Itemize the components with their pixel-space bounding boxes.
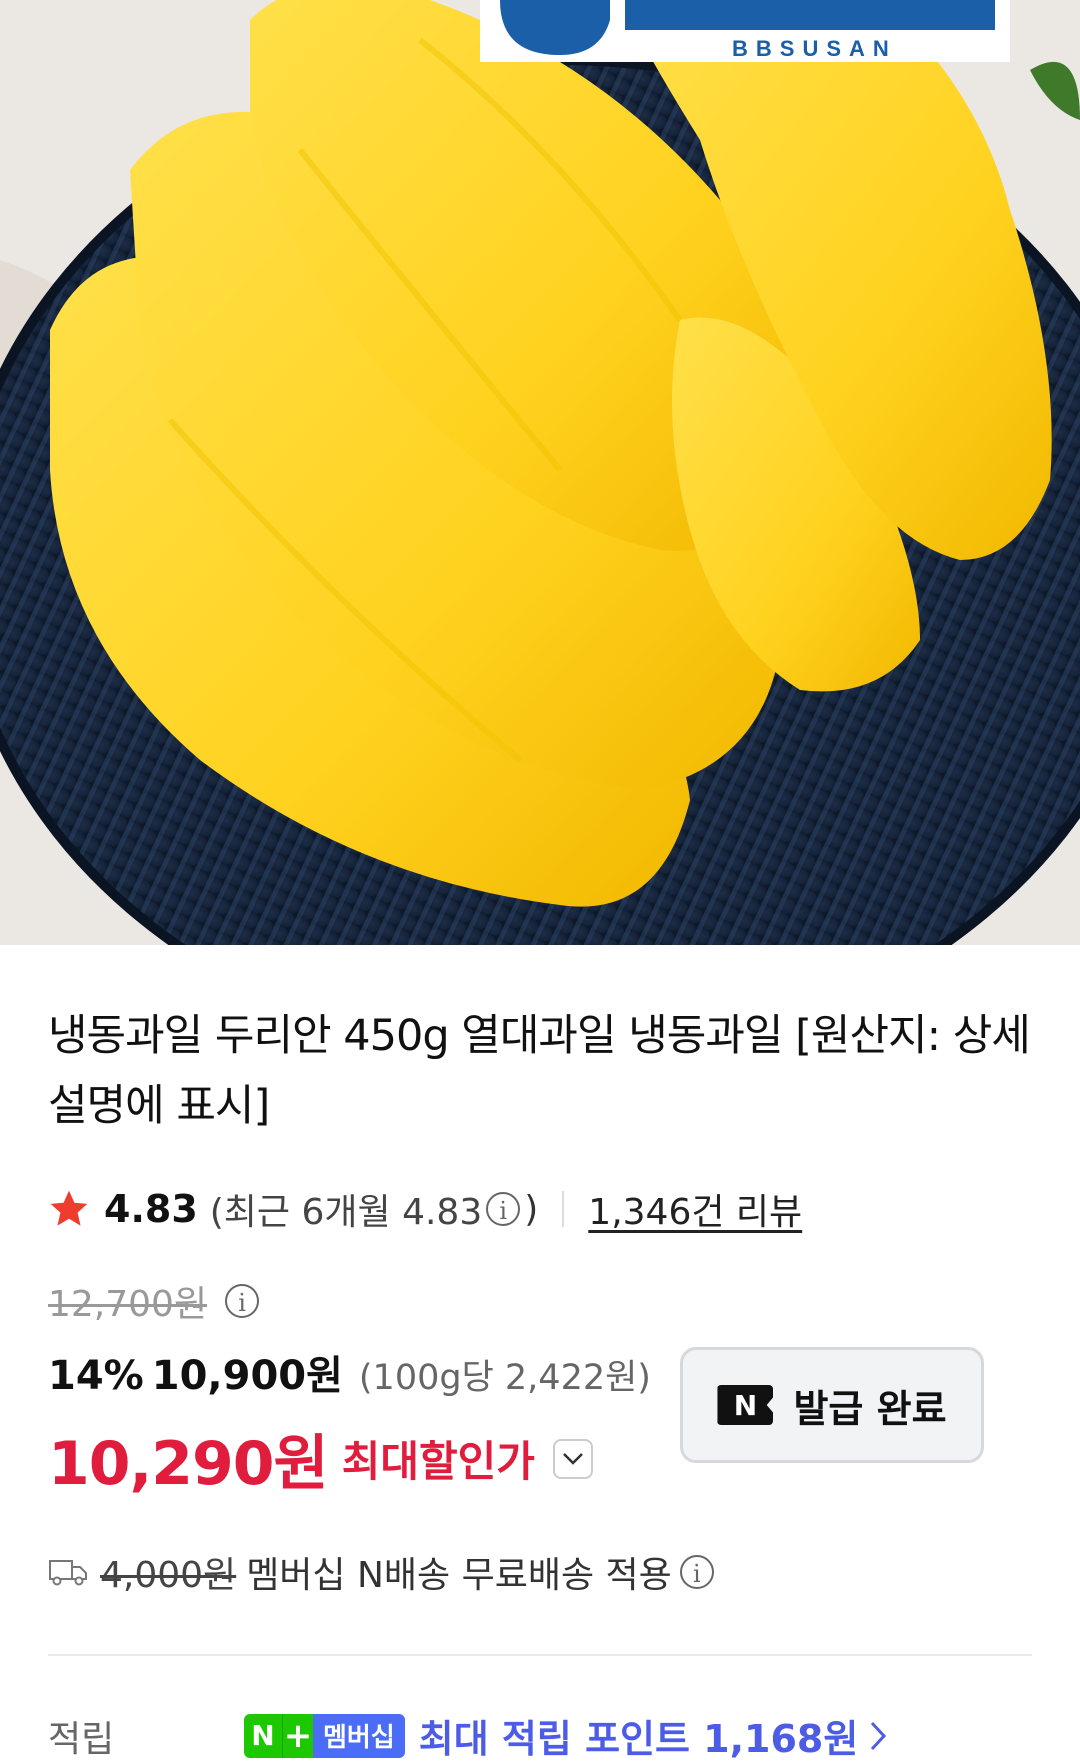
review-count-link[interactable]: 1,346건 리뷰 bbox=[588, 1183, 802, 1235]
coupon-label: 발급 완료 bbox=[793, 1386, 947, 1431]
star-icon bbox=[50, 1190, 88, 1226]
rating-score: 4.83 bbox=[104, 1187, 198, 1231]
original-price: 12,700원 bbox=[48, 1284, 208, 1325]
plus-icon: + bbox=[282, 1713, 313, 1758]
chevron-right-icon[interactable] bbox=[868, 1719, 888, 1753]
discounted-price: 10,900원 bbox=[151, 1353, 343, 1399]
rating-row: 4.83 (최근 6개월 4.83 i ) 1,346건 리뷰 bbox=[48, 1183, 1032, 1235]
recent-rating: (최근 6개월 4.83 bbox=[209, 1192, 483, 1233]
section-divider bbox=[48, 1654, 1032, 1656]
unit-price: (100g당 2,422원) bbox=[358, 1358, 651, 1398]
max-discount-label: 최대할인가 bbox=[341, 1437, 535, 1486]
coupon-issued-button[interactable]: N 발급 완료 bbox=[680, 1347, 984, 1463]
delivery-text: 멤버십 N배송 무료배송 적용 bbox=[246, 1555, 672, 1596]
info-icon[interactable]: i bbox=[679, 1555, 714, 1589]
original-price-row: 12,700원 i bbox=[48, 1275, 1032, 1327]
recent-rating-close: ) bbox=[524, 1188, 539, 1230]
product-title: 냉동과일 두리안 450g 열대과일 냉동과일 [원산지: 상세설명에 표시] bbox=[48, 1011, 1031, 1131]
points-label: 적립 bbox=[48, 1718, 115, 1760]
price-block: 12,700원 i 14% 10,900원 (100g당 2,422원) 10,… bbox=[48, 1275, 1032, 1502]
truck-icon bbox=[49, 1560, 87, 1586]
chevron-down-icon[interactable] bbox=[552, 1438, 593, 1479]
delivery-row: 4,000원 멤버십 N배송 무료배송 적용 i bbox=[48, 1546, 1032, 1598]
max-points-text: 최대 적립 포인트 1,168원 bbox=[418, 1717, 859, 1761]
info-icon[interactable]: i bbox=[225, 1284, 260, 1318]
nplus-membership-badge: N + 멤버십 bbox=[244, 1713, 405, 1758]
max-discount-price: 10,290원 bbox=[48, 1429, 329, 1499]
membership-label: 멤버십 bbox=[313, 1713, 405, 1758]
old-delivery-fee: 4,000원 bbox=[100, 1555, 237, 1596]
naver-n-icon: N bbox=[244, 1713, 282, 1758]
product-info: 냉동과일 두리안 450g 열대과일 냉동과일 [원산지: 상세설명에 표시] … bbox=[0, 945, 1080, 1763]
naver-n-icon: N bbox=[717, 1385, 774, 1425]
brand-logo: BBSUSAN bbox=[732, 36, 897, 61]
product-image[interactable]: BBSUSAN bbox=[0, 0, 1080, 945]
info-icon[interactable]: i bbox=[486, 1192, 521, 1226]
durian-photo: BBSUSAN bbox=[0, 0, 1080, 945]
divider bbox=[562, 1191, 565, 1227]
points-row[interactable]: 적립 N + 멤버십 최대 적립 포인트 1,168원 bbox=[48, 1708, 1032, 1763]
discount-rate: 14% bbox=[48, 1353, 144, 1399]
